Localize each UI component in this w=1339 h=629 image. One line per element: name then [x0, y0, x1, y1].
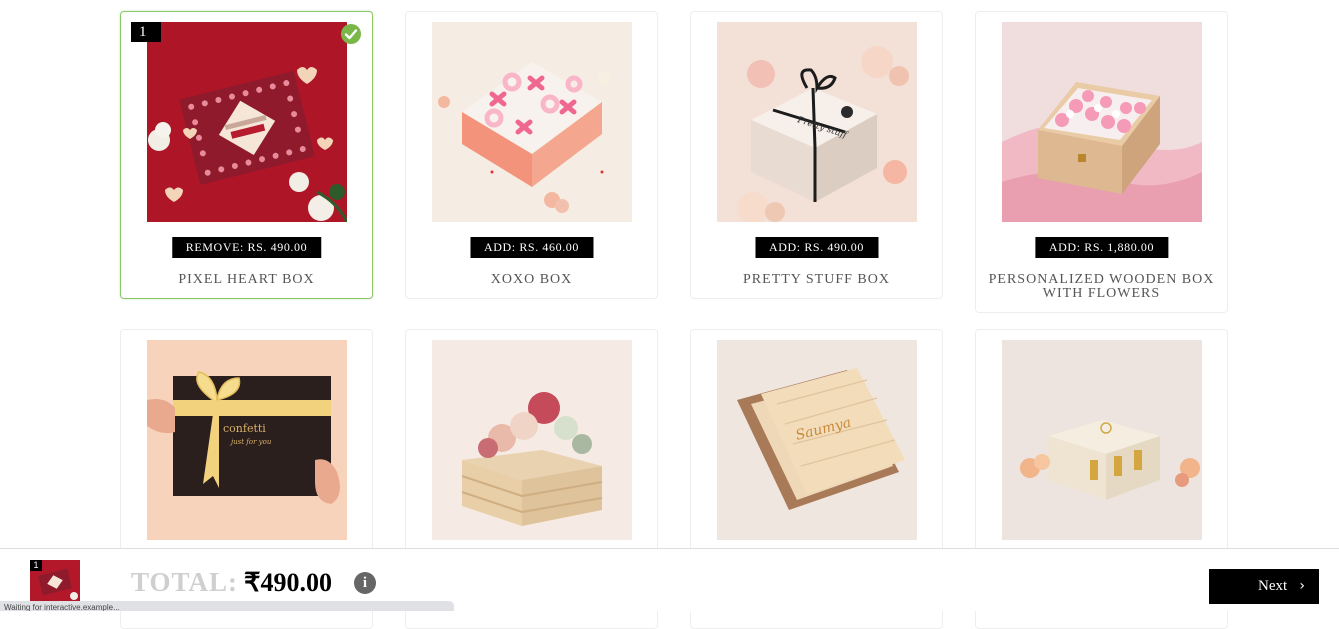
product-card[interactable]: 1 REMOVE: RS. 490.00 PIXEL HEART BOX: [120, 11, 373, 299]
next-button[interactable]: Next ›: [1209, 569, 1319, 604]
remove-from-box-button[interactable]: REMOVE: RS. 490.00: [171, 237, 322, 258]
quantity-badge: 1: [131, 22, 161, 42]
pretty-stuff-box-image[interactable]: Pretty stuff: [717, 22, 917, 222]
svg-text:confetti: confetti: [223, 422, 266, 435]
add-to-box-button[interactable]: ADD: RS. 460.00: [469, 237, 594, 258]
wooden-crate-flowers-image[interactable]: [432, 340, 632, 540]
add-to-box-button[interactable]: ADD: RS. 1,880.00: [1034, 237, 1169, 258]
chevron-right-icon: ›: [1299, 578, 1305, 594]
pixel-heart-box-image[interactable]: [147, 22, 347, 222]
total-value: ₹490.00: [244, 568, 333, 597]
svg-text:just for you: just for you: [229, 438, 272, 446]
xoxo-box-image[interactable]: [432, 22, 632, 222]
info-icon[interactable]: i: [354, 572, 376, 594]
confetti-box-image[interactable]: confetti just for you: [147, 340, 347, 540]
product-name: PIXEL HEART BOX: [178, 272, 315, 287]
check-icon: [341, 24, 361, 44]
browser-status-bar: Waiting for interactive.example...: [0, 601, 454, 611]
engraved-wooden-box-image[interactable]: Saumya: [717, 340, 917, 540]
product-card[interactable]: Pretty stuff ADD: RS. 490.00 PRETTY STUF…: [690, 11, 943, 299]
total-label: TOTAL:: [131, 567, 239, 597]
product-card[interactable]: ADD: RS. 1,880.00 PERSONALIZED WOODEN BO…: [975, 11, 1228, 313]
wooden-flower-box-image[interactable]: [1002, 22, 1202, 222]
next-label: Next: [1258, 578, 1288, 594]
trunk-box-image[interactable]: [1002, 340, 1202, 540]
selected-item-thumbnail[interactable]: 1: [30, 560, 80, 602]
product-name: PERSONALIZED WOODEN BOX WITH FLOWERS: [988, 272, 1215, 301]
add-to-box-button[interactable]: ADD: RS. 490.00: [754, 237, 879, 258]
thumbnail-quantity-badge: 1: [30, 560, 42, 571]
product-card[interactable]: ADD: RS. 460.00 XOXO BOX: [405, 11, 658, 299]
product-name: XOXO BOX: [490, 272, 573, 287]
status-text: Waiting for interactive.example...: [4, 603, 120, 611]
product-name: PRETTY STUFF BOX: [743, 272, 890, 287]
